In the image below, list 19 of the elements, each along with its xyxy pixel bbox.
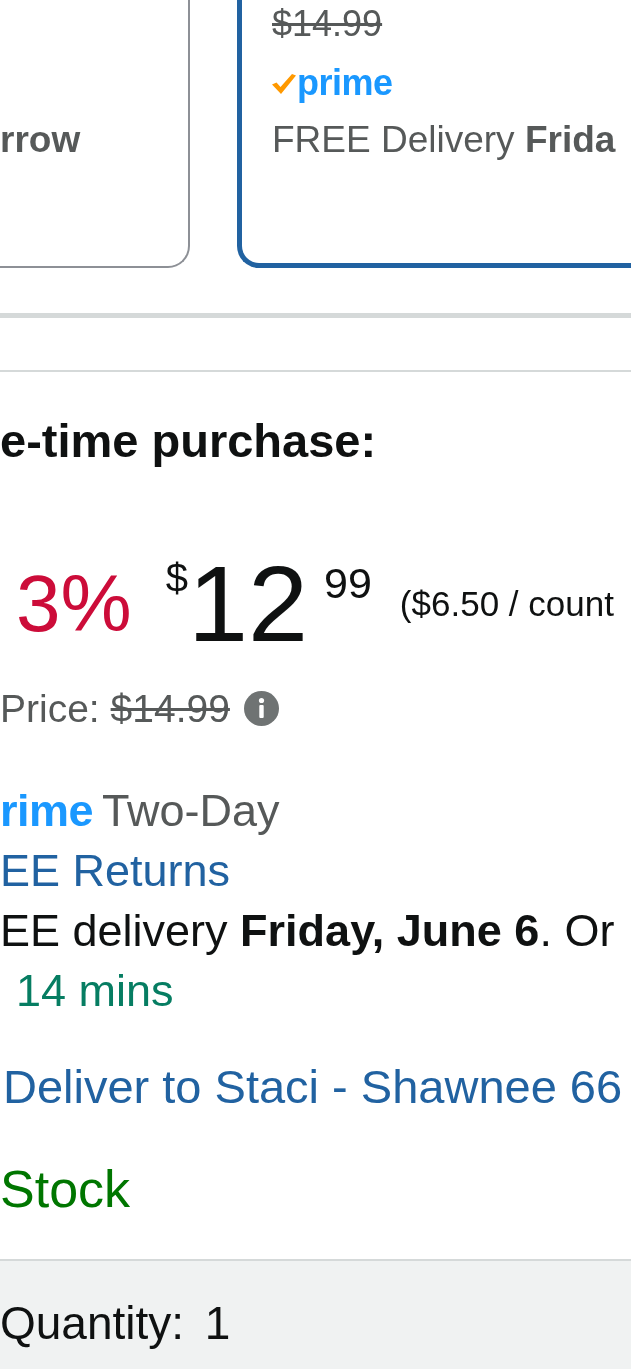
option-card[interactable]: $14.99 prime FREE Delivery Frida [237,0,631,268]
prime-label: rime [0,784,94,839]
order-countdown: 14 mins [16,964,174,1019]
strike-price: $14.99 [272,2,383,46]
list-price: Price: $14.99 [0,686,230,733]
discount-percentage: 3% [16,564,132,645]
returns-link[interactable]: EE Returns [0,841,231,902]
section-heading: e-time purchase: [0,413,377,469]
check-icon [272,74,296,94]
delivery-date: EE delivery Friday, June 6. Or [0,904,615,959]
prime-label: prime [297,65,393,101]
shipping-speed: Two-Day [102,784,280,839]
stock-status: Stock [0,1158,131,1220]
delivery-text: FREE Delivery Frida [272,118,616,162]
option-card[interactable]: rrow [0,0,190,268]
quantity-dropdown[interactable]: Quantity: 1 [0,1261,631,1369]
deliver-to-link[interactable]: Deliver to Staci - Shawnee 66 [3,1059,623,1116]
unit-price: ($6.50 / count [399,583,614,626]
info-icon[interactable] [243,691,279,727]
